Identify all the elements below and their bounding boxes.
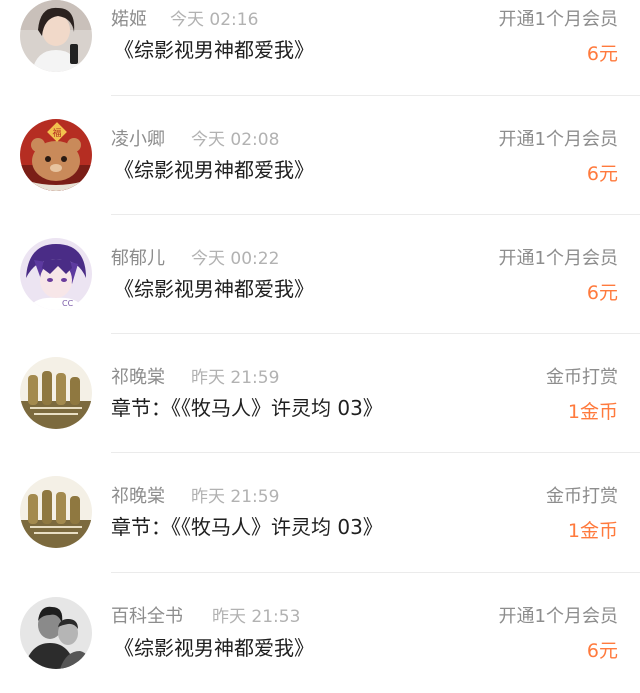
timestamp: 今天 02:08	[191, 130, 280, 150]
timestamp: 昨天 21:53	[212, 607, 301, 627]
user-name: 婼姬	[111, 9, 147, 30]
divider	[111, 95, 640, 96]
amount-value: 6元	[586, 640, 618, 662]
list-item[interactable]: 祁晚棠 昨天 21:59 章节：《《牧马人》许灵均 03》 金币打赏 1金币	[0, 457, 640, 577]
timestamp: 今天 00:22	[191, 249, 280, 269]
svg-text:CC: CC	[62, 299, 74, 308]
user-name: 祁晚棠	[111, 367, 165, 388]
amount-value: 6元	[586, 163, 618, 185]
list-item[interactable]: 婼姬 今天 02:16 《综影视男神都爱我》 开通1个月会员 6元	[0, 0, 640, 100]
user-name: 百科全书	[111, 606, 183, 627]
amount-value: 6元	[586, 43, 618, 65]
list-item[interactable]: CC 郁郁儿 今天 00:22 《综影视男神都爱我》 开通1个月会员 6元	[0, 219, 640, 339]
content-title: 《综影视男神都爱我》	[114, 277, 314, 301]
timestamp: 昨天 21:59	[191, 487, 280, 507]
amount-value: 1金币	[567, 520, 618, 542]
divider	[111, 214, 640, 215]
action-label: 金币打赏	[546, 486, 618, 507]
user-name: 郁郁儿	[111, 248, 165, 269]
content-title: 《综影视男神都爱我》	[114, 636, 314, 660]
action-label: 金币打赏	[546, 367, 618, 388]
divider	[111, 452, 640, 453]
action-label: 开通1个月会员	[498, 248, 618, 269]
avatar-cartoon-bear-icon[interactable]: 福	[20, 119, 92, 191]
user-name: 祁晚棠	[111, 486, 165, 507]
avatar-anime-boy-icon[interactable]: CC	[20, 238, 92, 310]
avatar-bottles-icon[interactable]	[20, 357, 92, 429]
action-label: 开通1个月会员	[498, 129, 618, 150]
avatar-bottles-icon[interactable]	[20, 476, 92, 548]
avatar-photo-girl-icon[interactable]	[20, 0, 92, 72]
timestamp: 今天 02:16	[170, 10, 259, 30]
amount-value: 6元	[586, 282, 618, 304]
content-title: 《综影视男神都爱我》	[114, 158, 314, 182]
content-title: 章节：《《牧马人》许灵均 03》	[111, 515, 383, 539]
action-label: 开通1个月会员	[498, 606, 618, 627]
content-title: 《综影视男神都爱我》	[114, 38, 314, 62]
action-label: 开通1个月会员	[498, 9, 618, 30]
list-item[interactable]: 祁晚棠 昨天 21:59 章节：《《牧马人》许灵均 03》 金币打赏 1金币	[0, 338, 640, 458]
content-title: 章节：《《牧马人》许灵均 03》	[111, 396, 383, 420]
user-name: 凌小卿	[111, 129, 165, 150]
transaction-list: 婼姬 今天 02:16 《综影视男神都爱我》 开通1个月会员 6元 福 凌小卿	[0, 0, 640, 693]
list-item[interactable]: 百科全书 昨天 21:53 《综影视男神都爱我》 开通1个月会员 6元	[0, 577, 640, 693]
divider	[111, 333, 640, 334]
avatar-bw-photo-icon[interactable]	[20, 597, 92, 669]
svg-text:福: 福	[52, 127, 61, 139]
divider	[111, 572, 640, 573]
list-item[interactable]: 福 凌小卿 今天 02:08 《综影视男神都爱我》 开通1个月会员 6元	[0, 100, 640, 220]
amount-value: 1金币	[567, 401, 618, 423]
timestamp: 昨天 21:59	[191, 368, 280, 388]
